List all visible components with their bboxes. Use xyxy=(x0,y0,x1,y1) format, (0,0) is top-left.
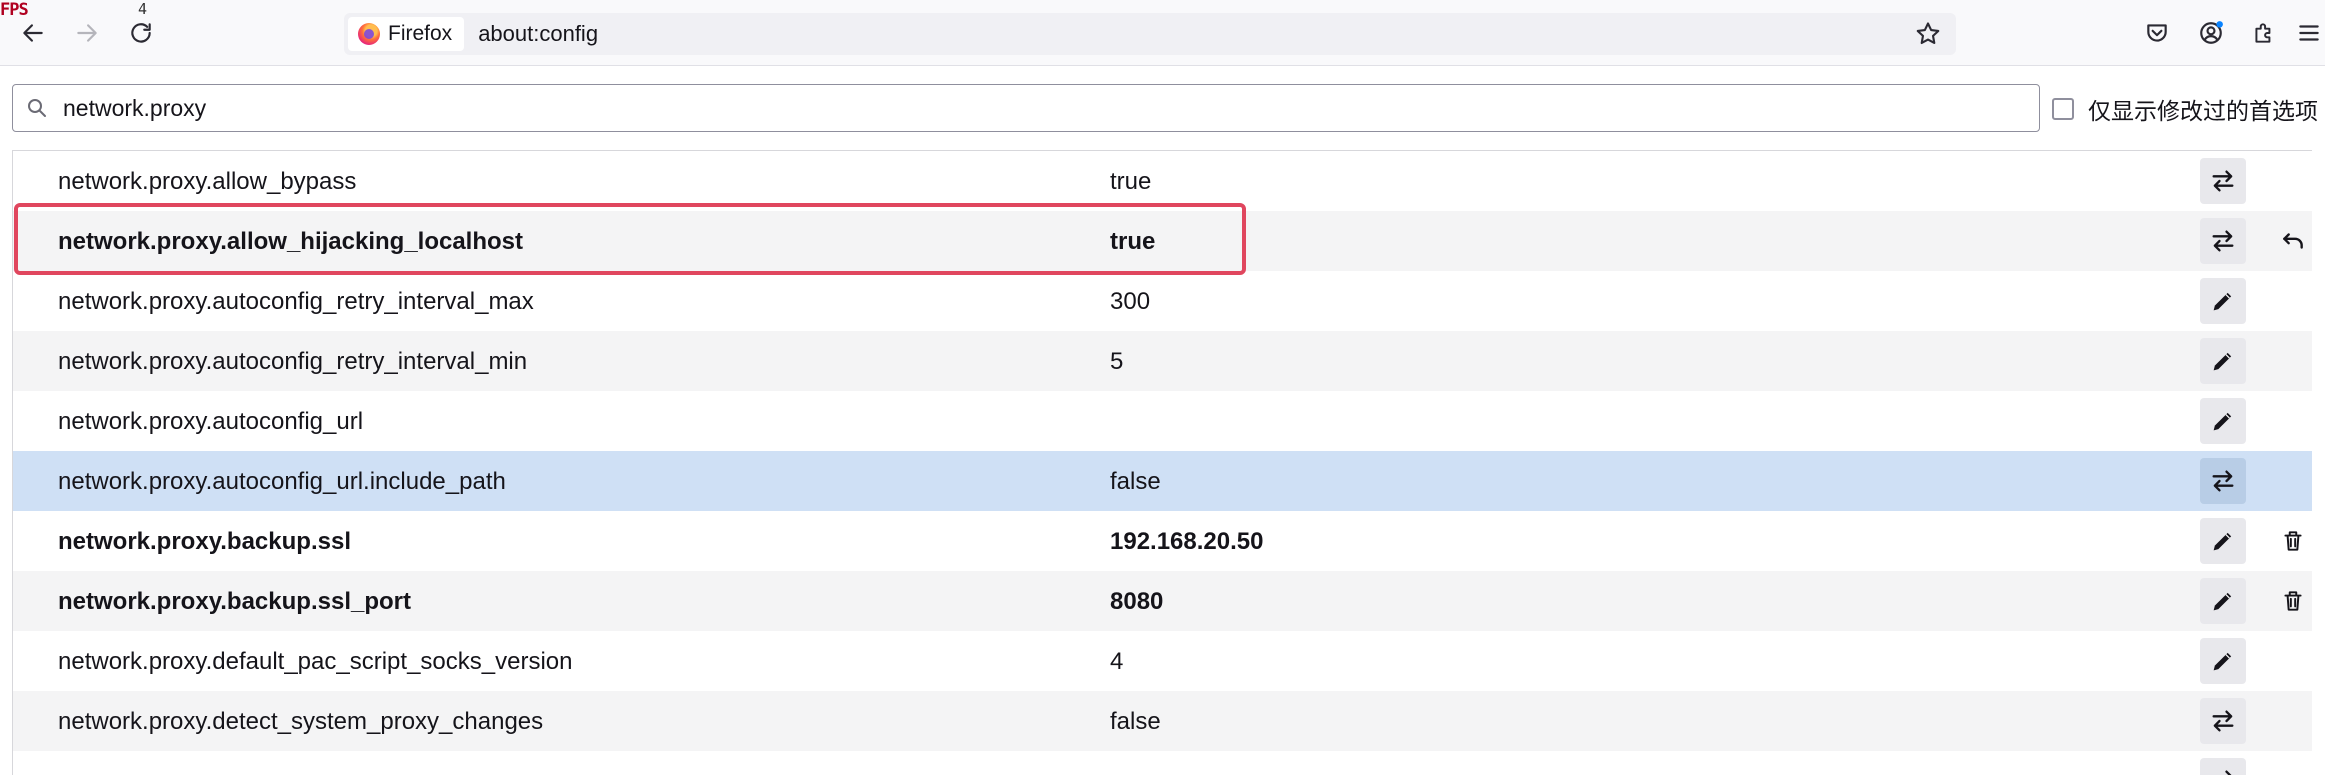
back-button[interactable] xyxy=(14,14,52,52)
browser-toolbar: FPS 4 Firefox about:config xyxy=(0,0,2325,66)
identity-label: Firefox xyxy=(388,22,453,45)
pocket-icon xyxy=(2147,24,2167,42)
toggle-arrows-icon xyxy=(2212,170,2234,192)
back-arrow-icon xyxy=(23,24,43,42)
forward-button[interactable] xyxy=(68,14,106,52)
toggle-button[interactable] xyxy=(2200,458,2246,504)
pref-row[interactable]: network.proxy.backup.ssl_port 8080 xyxy=(13,571,2312,631)
pref-name: network.proxy.autoconfig_url xyxy=(58,408,364,435)
edit-button[interactable] xyxy=(2200,278,2246,324)
pref-name: network.proxy.backup.ssl_port xyxy=(58,588,411,615)
pencil-icon xyxy=(2213,652,2232,671)
account-icon xyxy=(2200,21,2223,44)
pref-search-input[interactable] xyxy=(63,94,1963,122)
toggle-arrows-icon xyxy=(2212,230,2234,252)
pref-name: network.proxy.default_pac_script_socks_v… xyxy=(58,648,573,675)
pref-name: network.proxy.backup.ssl xyxy=(58,528,351,555)
pref-value: true xyxy=(1110,228,1156,255)
identity-box[interactable]: Firefox xyxy=(348,17,465,51)
pref-row[interactable]: network.proxy.default_pac_script_socks_v… xyxy=(13,631,2312,691)
forward-arrow-icon xyxy=(77,24,97,42)
trash-icon xyxy=(2284,531,2302,551)
delete-button[interactable] xyxy=(2273,521,2312,561)
pref-value: 300 xyxy=(1110,288,1151,315)
toggle-button[interactable] xyxy=(2200,758,2246,775)
trash-icon xyxy=(2284,591,2302,611)
url-bar[interactable]: Firefox about:config xyxy=(344,13,1956,55)
pref-name: network.proxy.allow_hijacking_localhost xyxy=(58,228,524,255)
pencil-icon xyxy=(2213,292,2232,311)
bookmark-star-icon[interactable] xyxy=(1914,20,1942,48)
pref-name: network.proxy.autoconfig_retry_interval_… xyxy=(58,348,528,375)
edit-button[interactable] xyxy=(2200,518,2246,564)
pocket-button[interactable] xyxy=(2138,14,2176,52)
toggle-button[interactable] xyxy=(2200,698,2246,744)
delete-button[interactable] xyxy=(2273,581,2312,621)
pref-row[interactable]: network.proxy.allow_hijacking_localhost t… xyxy=(13,211,2312,271)
pref-value: true xyxy=(1110,168,1152,195)
pref-row[interactable]: network.proxy.backup.ssl 192.168.20.50 xyxy=(13,511,2312,571)
pref-row[interactable]: network.proxy.allow_bypass true xyxy=(13,151,2312,211)
edit-button[interactable] xyxy=(2200,338,2246,384)
hamburger-menu-icon xyxy=(2299,25,2319,41)
pref-value: 4 xyxy=(1110,648,1124,675)
toggle-arrows-icon xyxy=(2225,770,2232,775)
pref-search-box[interactable] xyxy=(12,84,2040,132)
toggle-button[interactable] xyxy=(2200,158,2246,204)
pref-row[interactable]: network.proxy.autoconfig_url xyxy=(13,391,2312,451)
pref-value: 5 xyxy=(1110,348,1124,375)
pref-row[interactable] xyxy=(13,751,2312,775)
edit-button[interactable] xyxy=(2200,638,2246,684)
reset-arrow-icon xyxy=(2283,233,2303,249)
puzzle-piece-icon xyxy=(2255,23,2271,43)
firefox-logo-icon xyxy=(358,23,380,45)
toggle-arrows-icon xyxy=(2212,710,2234,732)
app-menu-button[interactable] xyxy=(2294,14,2324,52)
pref-name: network.proxy.detect_system_proxy_change… xyxy=(58,708,544,735)
extensions-button[interactable] xyxy=(2245,14,2283,52)
show-modified-label: 仅显示修改过的首选项 xyxy=(2088,98,2318,124)
reload-icon xyxy=(131,23,151,43)
pref-value: 8080 xyxy=(1110,588,1164,615)
pref-value: false xyxy=(1110,708,1161,735)
pencil-icon xyxy=(2213,532,2232,551)
edit-button[interactable] xyxy=(2200,398,2246,444)
pref-row[interactable]: network.proxy.autoconfig_url.include_pat… xyxy=(13,451,2312,511)
pref-row[interactable]: network.proxy.autoconfig_retry_interval_… xyxy=(13,271,2312,331)
reload-button[interactable] xyxy=(122,14,160,52)
pref-name: network.proxy.autoconfig_url.include_pat… xyxy=(58,468,506,495)
show-modified-checkbox[interactable] xyxy=(2052,98,2074,120)
edit-button[interactable] xyxy=(2200,578,2246,624)
toggle-arrows-icon xyxy=(2212,470,2234,492)
pencil-icon xyxy=(2213,592,2232,611)
pencil-icon xyxy=(2213,352,2232,371)
pref-value: false xyxy=(1110,468,1161,495)
account-button[interactable] xyxy=(2192,14,2230,52)
url-text[interactable]: about:config xyxy=(478,21,598,47)
show-modified-only-toggle[interactable]: 仅显示修改过的首选项 xyxy=(2052,94,2318,124)
pref-row[interactable]: network.proxy.detect_system_proxy_change… xyxy=(13,691,2312,751)
pencil-icon xyxy=(2213,412,2232,431)
preferences-table: network.proxy.allow_bypass true network.pr… xyxy=(12,150,2312,775)
search-icon xyxy=(28,99,46,117)
pref-value: 192.168.20.50 xyxy=(1110,528,1264,555)
reset-button[interactable] xyxy=(2273,221,2312,261)
pref-name: network.proxy.allow_bypass xyxy=(58,168,357,195)
pref-name: network.proxy.autoconfig_retry_interval_… xyxy=(58,288,534,315)
toggle-button[interactable] xyxy=(2200,218,2246,264)
pref-row[interactable]: network.proxy.autoconfig_retry_interval_… xyxy=(13,331,2312,391)
